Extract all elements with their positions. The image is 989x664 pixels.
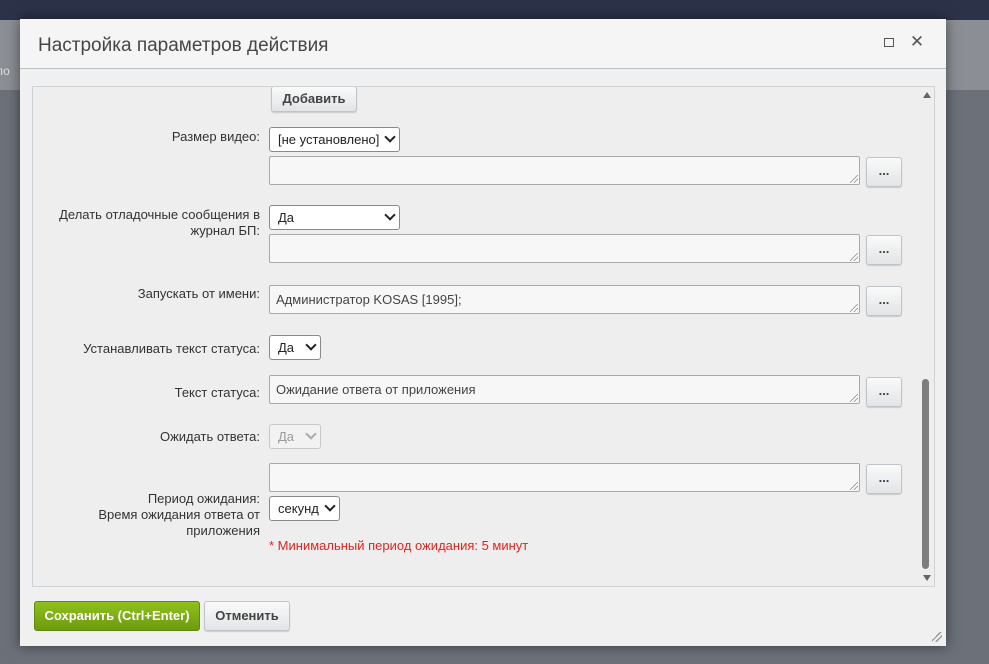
chevron-down-icon (384, 131, 396, 143)
debug-messages-select-value: Да (278, 210, 295, 225)
wait-period-unit-select[interactable]: секунд (269, 496, 340, 521)
set-status-text-label: Устанавливать текст статуса: (83, 341, 260, 356)
video-size-picker-button[interactable]: ... (866, 157, 902, 187)
dialog-content[interactable]: Добавить Размер видео: [не установлено] … (32, 86, 935, 587)
status-text-label: Текст статуса: (174, 385, 260, 400)
debug-messages-expression-input[interactable] (269, 234, 860, 263)
chevron-down-icon (305, 428, 317, 440)
status-text-input[interactable]: Ожидание ответа от приложения (269, 375, 860, 404)
status-text-picker-button[interactable]: ... (866, 377, 902, 407)
wait-period-label-line2: Время ожидания ответа от (98, 507, 260, 522)
run-as-input[interactable]: Администратор KOSAS [1995]; (269, 285, 860, 314)
wait-period-expression-input[interactable] (269, 463, 860, 492)
chevron-down-icon (384, 209, 396, 221)
maximize-icon[interactable] (881, 34, 897, 50)
dialog-title: Настройка параметров действия (38, 35, 329, 56)
debug-messages-label-line1: Делать отладочные сообщения в (59, 207, 260, 222)
background-text: ло (0, 64, 10, 78)
video-size-select-value: [не установлено] (278, 132, 380, 147)
dialog-titlebar[interactable]: Настройка параметров действия ✕ (20, 19, 946, 69)
wait-response-select-value: Да (278, 429, 295, 444)
resize-grip-icon (850, 175, 858, 183)
debug-messages-select[interactable]: Да (269, 205, 400, 230)
video-size-expression-input[interactable] (269, 156, 860, 185)
set-status-text-select[interactable]: Да (269, 335, 321, 360)
wait-period-note: * Минимальный период ожидания: 5 минут (269, 538, 529, 553)
scrollbar-thumb[interactable] (922, 379, 929, 569)
close-icon[interactable]: ✕ (909, 33, 925, 50)
run-as-value: Администратор KOSAS [1995]; (276, 292, 462, 307)
cancel-button[interactable]: Отменить (204, 601, 290, 631)
debug-messages-label-line2: журнал БП: (190, 223, 260, 238)
wait-response-label: Ожидать ответа: (159, 429, 260, 444)
status-text-value: Ожидание ответа от приложения (276, 382, 476, 397)
wait-period-picker-button[interactable]: ... (866, 464, 902, 494)
run-as-label: Запускать от имени: (137, 286, 260, 301)
resize-grip-icon (850, 304, 858, 312)
scroll-down-icon[interactable] (923, 575, 931, 581)
resize-grip-icon (850, 482, 858, 490)
chevron-down-icon (324, 500, 336, 512)
video-size-select[interactable]: [не установлено] (269, 127, 400, 152)
debug-messages-picker-button[interactable]: ... (866, 235, 902, 265)
dialog-resize-grip-icon[interactable] (932, 632, 942, 642)
set-status-text-select-value: Да (278, 340, 295, 355)
chevron-down-icon (305, 339, 317, 351)
wait-response-select: Да (269, 424, 321, 449)
resize-grip-icon (850, 253, 858, 261)
scroll-up-icon[interactable] (923, 92, 931, 98)
wait-period-unit-value: секунд (278, 501, 319, 516)
wait-period-label-line1: Период ожидания: (147, 491, 260, 506)
video-size-label: Размер видео: (171, 129, 260, 144)
action-settings-dialog: Настройка параметров действия ✕ Добавить… (20, 19, 946, 646)
save-button[interactable]: Сохранить (Ctrl+Enter) (34, 601, 200, 631)
content-scrollbar[interactable] (920, 87, 934, 586)
background-top-bar (0, 0, 989, 20)
wait-period-label-line3: приложения (186, 523, 260, 538)
resize-grip-icon (850, 394, 858, 402)
run-as-picker-button[interactable]: ... (866, 286, 902, 316)
add-button[interactable]: Добавить (271, 87, 357, 112)
